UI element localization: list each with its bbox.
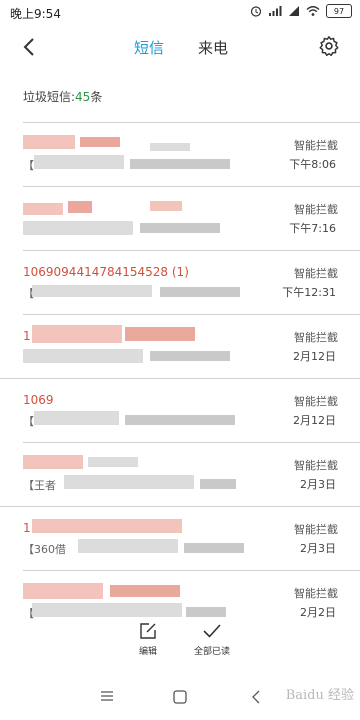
list-item[interactable]: 1 智能拦截 2月12日 [0,315,360,378]
message-time: 2月2日 [300,606,336,619]
message-time: 2月12日 [293,414,336,427]
home-icon[interactable] [172,689,188,705]
signal-icon-2 [289,6,299,16]
redacted-block [23,455,83,469]
redacted-block [110,585,180,597]
redacted-block [23,221,133,235]
intercept-tag: 智能拦截 [294,267,338,280]
redacted-block [150,351,230,361]
redacted-block [34,155,124,169]
spam-summary: 垃圾短信:45条 [23,88,102,105]
alarm-icon [250,6,262,17]
list-item[interactable]: 智能拦截 下午7:16 [0,187,360,250]
message-time: 2月3日 [300,478,336,491]
edit-icon [140,623,156,639]
redacted-block [160,287,240,297]
redacted-block [32,603,182,617]
mark-all-read-button[interactable]: 全部已读 [182,622,242,657]
status-icons: 97 [250,4,352,18]
redacted-block [64,475,194,489]
message-time: 下午8:06 [289,158,336,171]
redacted-block [130,159,230,169]
redacted-block [23,135,75,149]
message-time: 2月12日 [293,350,336,363]
tab-calls[interactable]: 来电 [198,37,228,58]
redacted-block [150,143,190,151]
bottom-action-bar: 编辑 全部已读 [0,622,360,666]
redacted-block [32,325,122,343]
mark-all-read-label: 全部已读 [193,647,230,657]
message-preview: 【王者 [23,479,56,492]
list-item[interactable]: 【王者 智能拦截 2月3日 [0,443,360,506]
intercept-tag: 智能拦截 [294,203,338,216]
list-item[interactable]: 1069094414784154528 (1) 【 智能拦截 下午12:31 [0,251,360,314]
edit-button[interactable]: 编辑 [118,622,178,657]
redacted-block [150,201,182,211]
redacted-block [23,349,143,363]
intercept-tag: 智能拦截 [294,139,338,152]
redacted-block [23,583,103,599]
edit-label: 编辑 [138,647,157,657]
intercept-tag: 智能拦截 [294,459,338,472]
intercept-tag: 智能拦截 [294,587,338,600]
menu-icon[interactable] [100,689,114,703]
redacted-block [80,137,120,147]
redacted-block [186,607,226,617]
message-time: 下午7:16 [289,222,336,235]
redacted-block [140,223,220,233]
check-icon [203,624,221,638]
redacted-block [88,457,138,467]
redacted-block [68,201,92,213]
message-time: 2月3日 [300,542,336,555]
message-preview: 【 [23,159,34,172]
redacted-block [200,479,236,489]
status-time: 晚上9:54 [10,7,61,21]
summary-label: 垃圾短信: [23,90,76,104]
intercept-tag: 智能拦截 [294,523,338,536]
intercept-tag: 智能拦截 [294,395,338,408]
message-time: 下午12:31 [282,286,336,299]
message-sender: 1069094414784154528 (1) [23,265,189,279]
redacted-block [78,539,178,553]
redacted-block [23,203,63,215]
system-nav-bar: Baidu 经验 [0,676,360,720]
watermark: Baidu 经验 [285,688,354,703]
message-list: 【 智能拦截 下午8:06 智能拦截 下午7:16 10690944147841… [0,122,360,634]
status-bar: 晚上9:54 97 [0,0,360,26]
intercept-tag: 智能拦截 [294,331,338,344]
battery-indicator: 97 [326,4,352,18]
spam-count: 45 [75,90,91,104]
summary-unit: 条 [90,90,103,104]
redacted-block [34,411,119,425]
header: 短信 来电 [0,26,360,68]
redacted-block [125,415,235,425]
message-sender: 1 [23,521,31,535]
redacted-block [32,285,152,297]
redacted-block [125,327,195,341]
redacted-block [184,543,244,553]
signal-icon [269,6,282,16]
back-arrow-icon[interactable] [18,35,42,59]
list-item[interactable]: 1 【360借 智能拦截 2月3日 [0,507,360,570]
tab-sms[interactable]: 短信 [134,37,164,58]
list-item[interactable]: 1069 【 智能拦截 2月12日 [0,379,360,442]
back-icon[interactable] [250,689,262,705]
message-sender: 1069 [23,393,54,407]
message-preview: 【 [23,415,34,428]
redacted-block [32,519,182,533]
message-sender: 1 [23,329,31,343]
gear-icon[interactable] [318,35,340,57]
wifi-icon [306,6,320,16]
message-preview: 【360借 [23,543,66,556]
list-item[interactable]: 【 智能拦截 下午8:06 [0,123,360,186]
